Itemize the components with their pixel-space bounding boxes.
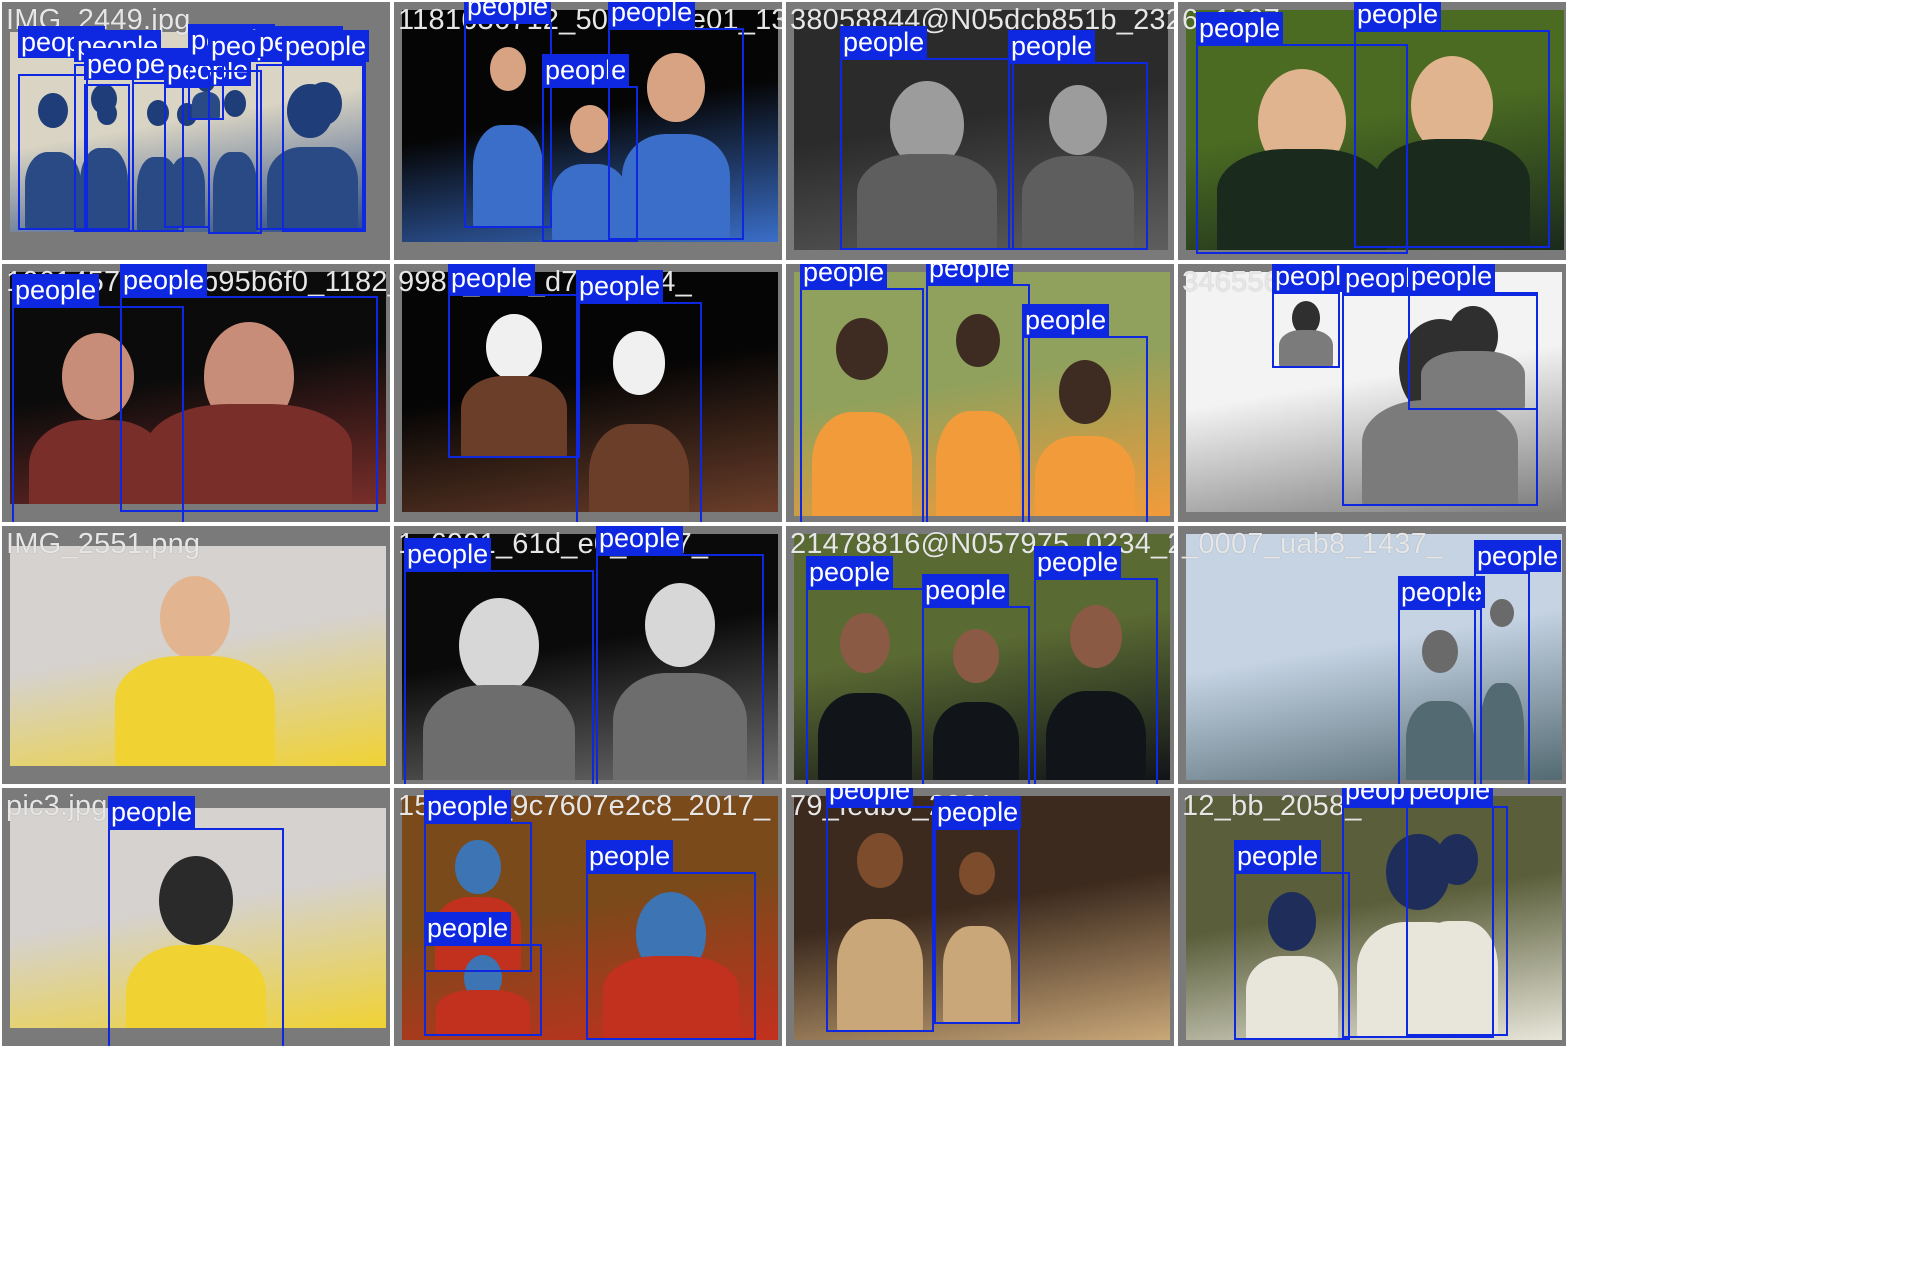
detection-class-label: people — [120, 264, 208, 296]
cell-filename-label: IMG_2551.png — [6, 528, 201, 560]
grid-cell: 3465563 people people people — [1176, 262, 1568, 524]
detection-box: people — [1354, 2, 1550, 248]
detection-box: people — [1034, 546, 1158, 784]
grid-cell: pic3.jpg people — [0, 786, 392, 1048]
grid-cell: IMG_2449.jpg people people people people peop… — [0, 0, 392, 262]
detection-box: people — [1406, 788, 1508, 1036]
cell-filename-label: _0007_uab8_1437_ — [1182, 528, 1444, 560]
detection-box: people — [448, 264, 580, 458]
grid-cell: 79_fedb6_2021_ people people — [784, 786, 1176, 1048]
grid-cell: _0007_uab8_1437_ people people — [1176, 524, 1568, 786]
detection-box: people — [282, 30, 370, 232]
detection-class-label: people — [464, 2, 552, 22]
grid-cell: 1_6991_61d_e0_1437_ people people — [392, 524, 784, 786]
detection-class-label: people — [1398, 576, 1486, 608]
grid-cell: 6_1007peoplepeople — [1176, 0, 1568, 262]
detection-box: people — [926, 264, 1030, 522]
cell-filename-label: pic3.jpg — [6, 790, 108, 822]
detection-class-label: people — [1406, 788, 1494, 806]
detection-class-label: people — [934, 796, 1022, 828]
detection-class-label: people — [108, 796, 196, 828]
detection-box: people — [1408, 264, 1538, 410]
grid-cell: 1061457600_7b95b6f0_1182_peoplepeople — [0, 262, 392, 524]
detection-class-label: people — [576, 270, 664, 302]
detection-class-label: people — [922, 574, 1010, 606]
mosaic-grid: IMG_2449.jpg people people people people peop… — [0, 0, 1920, 1280]
detection-class-label: people — [1196, 12, 1284, 44]
detection-box: people — [840, 26, 1014, 250]
detection-class-label: people — [586, 840, 674, 872]
detection-class-label: people — [826, 788, 914, 806]
detection-box: people — [404, 538, 594, 784]
grid-cell: 38058844@N05dcb851b_2322_ people people — [784, 0, 1176, 262]
detection-class-label: people — [1022, 304, 1110, 336]
person-head-shape — [160, 576, 230, 660]
grid-cell: people people people — [784, 262, 1176, 524]
detection-class-label: people — [1234, 840, 1322, 872]
detection-class-label: people — [926, 264, 1014, 284]
detection-box: people — [922, 574, 1030, 784]
detection-box: people — [1474, 540, 1562, 784]
cell-photo — [10, 546, 386, 766]
detection-box: people — [596, 526, 764, 784]
detection-box: people — [576, 270, 702, 522]
detection-box: people — [1272, 264, 1360, 368]
detection-box: people — [826, 788, 934, 1032]
person-body-shape — [115, 656, 275, 766]
detection-class-label: people — [608, 2, 696, 28]
detection-box: people — [424, 912, 542, 1036]
detection-class-label: people — [1354, 2, 1442, 30]
detection-box: people — [120, 264, 378, 512]
detection-class-label: people — [404, 538, 492, 570]
grid-cell: 15_005_9c7607e2c8_2017_ people people peopl… — [392, 786, 784, 1048]
detection-box: people — [806, 556, 924, 784]
detection-class-label: people — [424, 912, 512, 944]
grid-cell: 12_bb_2058_ people people people — [1176, 786, 1568, 1048]
grid-cell: 1181636712_5068d97e01_1357_peoplepeoplep… — [392, 0, 784, 262]
detection-class-label: people — [424, 790, 512, 822]
cell-filename-label: 12_bb_2058_ — [1182, 790, 1362, 822]
detection-box: people — [108, 796, 284, 1046]
detection-class-label: people — [1408, 264, 1496, 292]
detection-box: people — [84, 48, 172, 230]
detection-class-label: people — [282, 30, 370, 62]
detection-box: people — [586, 840, 756, 1040]
detection-box: people — [208, 30, 296, 234]
detection-class-label: people — [806, 556, 894, 588]
detection-class-label: people — [596, 526, 684, 554]
detection-box: people — [608, 2, 744, 240]
grid-cell: 21478816@N057975_0234_2246_peoplepeoplep… — [784, 524, 1176, 786]
detection-class-label: people — [800, 264, 888, 288]
detection-box: people — [1234, 840, 1350, 1040]
detection-box: people — [1398, 576, 1486, 784]
detection-box: people — [800, 264, 924, 522]
detection-box: people — [1022, 304, 1148, 522]
detection-box: people — [934, 796, 1022, 1024]
detection-class-label: people — [1008, 30, 1096, 62]
detection-class-label: people — [1034, 546, 1122, 578]
grid-cell: IMG_2551.png — [0, 524, 392, 786]
detection-class-label: people — [448, 264, 536, 294]
detection-box: people — [464, 2, 552, 228]
detection-class-label: people — [1474, 540, 1562, 572]
detection-box: people — [1008, 30, 1148, 250]
grid-cell: 9987_604_d71_2144_ people people — [392, 262, 784, 524]
detection-class-label: people — [840, 26, 928, 58]
detection-class-label: people — [12, 274, 100, 306]
